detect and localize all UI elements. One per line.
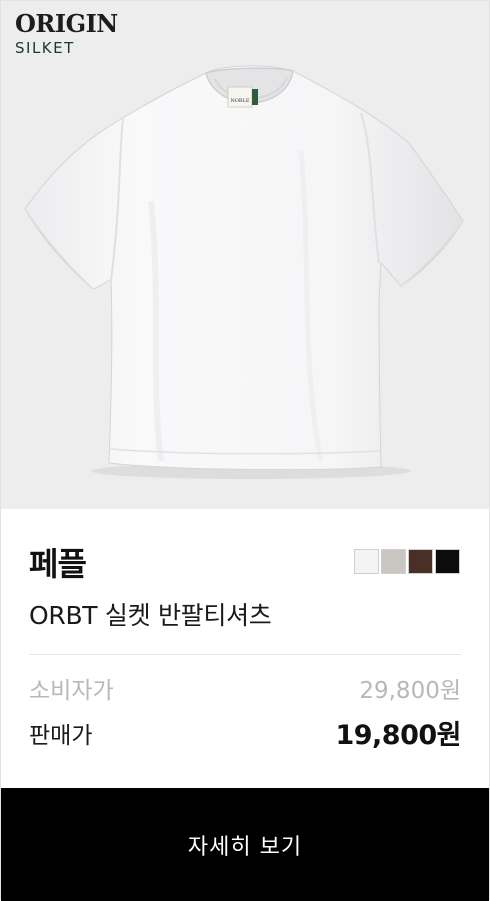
brand-logo: ORIGIN SILKET bbox=[15, 9, 118, 58]
divider bbox=[29, 654, 461, 655]
sale-price-row: 판매가 19,800원 bbox=[29, 713, 461, 752]
shirt-label-text: NOBLE bbox=[230, 98, 249, 104]
sale-price-label: 판매가 bbox=[29, 722, 93, 749]
sale-price: 19,800원 bbox=[335, 720, 461, 751]
brand-logo-line2: SILKET bbox=[15, 39, 75, 57]
brand-logo-line1: ORIGIN bbox=[15, 9, 118, 38]
color-swatch-brown[interactable] bbox=[408, 549, 433, 574]
color-swatches bbox=[354, 549, 460, 574]
product-name[interactable]: ORBT 실켓 반팔티셔츠 bbox=[29, 596, 272, 632]
color-swatch-gray[interactable] bbox=[381, 549, 406, 574]
color-swatch-black[interactable] bbox=[435, 549, 460, 574]
color-swatch-white[interactable] bbox=[354, 549, 379, 574]
list-price-label: 소비자가 bbox=[29, 678, 114, 704]
view-details-button[interactable]: 자세히 보기 bbox=[1, 788, 489, 901]
product-card[interactable]: NOBLE ORIGIN SILKET 페플 ORBT 실켓 반팔티셔츠 소비자… bbox=[0, 0, 490, 901]
tshirt-image: NOBLE bbox=[24, 65, 464, 479]
list-price: 29,800원 bbox=[359, 678, 461, 704]
product-image[interactable]: NOBLE ORIGIN SILKET bbox=[1, 1, 489, 509]
list-price-row: 소비자가 29,800원 bbox=[29, 671, 461, 705]
brand-name[interactable]: 페플 bbox=[29, 539, 87, 585]
